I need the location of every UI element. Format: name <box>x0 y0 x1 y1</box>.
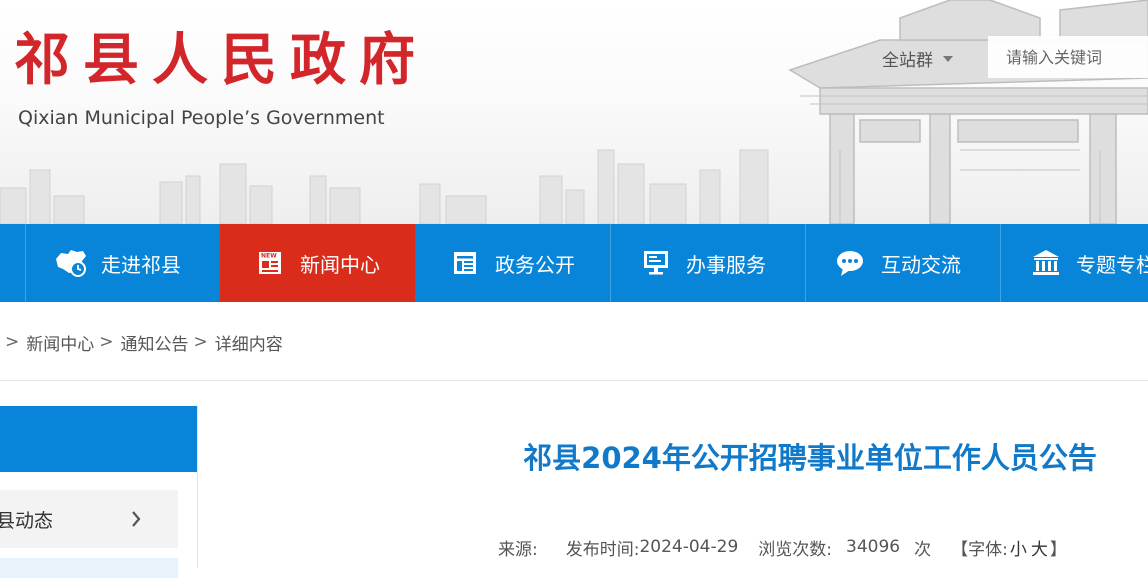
nav-item-services[interactable]: 办事服务 <box>610 224 805 302</box>
search-input[interactable] <box>988 36 1148 78</box>
breadcrumb-separator: > <box>99 332 114 352</box>
nav-item-news[interactable]: NEW 新闻中心 <box>220 224 415 302</box>
nav-divider <box>805 224 806 302</box>
sidebar-item-label: 县动态 <box>0 509 54 532</box>
site-header: 祁县人民政府 Qixian Municipal People’s Governm… <box>0 0 1148 224</box>
newspaper-icon: NEW <box>252 245 288 281</box>
divider <box>0 380 1148 381</box>
sidebar-item-county-news[interactable]: 县动态 <box>0 490 178 548</box>
chevron-down-icon <box>943 56 953 62</box>
sidebar-item-next[interactable] <box>0 558 178 578</box>
publish-date: 2024-04-29 <box>639 537 739 557</box>
views-count: 34096 <box>846 537 901 557</box>
views-unit: 次 <box>914 539 932 560</box>
nav-divider <box>1000 224 1001 302</box>
article-meta: 来源: 发布时间: 2024-04-29 浏览次数: 34096 次 【字体: … <box>498 532 1067 562</box>
building-columns-icon <box>1028 245 1064 281</box>
nav-item-special-topics[interactable]: 专题专栏 <box>1000 224 1148 302</box>
font-size-open: 【字体: <box>951 539 1008 560</box>
nav-divider <box>25 224 26 302</box>
chevron-right-icon <box>130 509 142 534</box>
breadcrumb-separator: > <box>5 332 20 352</box>
breadcrumb-notices[interactable]: 通知公告 <box>121 330 189 355</box>
document-panel-icon <box>447 245 483 281</box>
site-subtitle: Qixian Municipal People’s Government <box>18 107 385 129</box>
nav-label: 新闻中心 <box>300 252 380 277</box>
site-title: 祁县人民政府 <box>14 27 428 93</box>
publish-label: 发布时间: <box>565 539 640 560</box>
breadcrumb: > 新闻中心 > 通知公告 > 详细内容 <box>0 324 283 360</box>
views-label: 浏览次数: <box>758 539 832 560</box>
nav-label: 互动交流 <box>881 252 961 277</box>
chat-bubble-icon <box>833 245 869 281</box>
nav-item-about[interactable]: 走进祁县 <box>25 224 220 302</box>
article-title: 祁县2024年公开招聘事业单位工作人员公告 <box>523 441 1097 475</box>
sidebar: 县动态 <box>0 406 198 578</box>
nav-label: 专题专栏 <box>1076 252 1148 277</box>
font-large-button[interactable]: 大 <box>1029 535 1050 560</box>
breadcrumb-current: 详细内容 <box>214 334 283 355</box>
font-small-button[interactable]: 小 <box>1008 535 1029 560</box>
breadcrumb-separator: > <box>193 332 208 352</box>
nav-item-interaction[interactable]: 互动交流 <box>805 224 1000 302</box>
main-nav: 走进祁县 NEW 新闻中心 政务公开 办事服务 互动交流 专题专栏 <box>0 224 1148 302</box>
site-group-label: 全站群 <box>882 50 933 71</box>
nav-label: 走进祁县 <box>101 252 181 277</box>
nav-label: 政务公开 <box>495 252 575 277</box>
sidebar-header <box>0 406 197 472</box>
site-group-dropdown[interactable]: 全站群 <box>882 42 982 74</box>
china-map-icon <box>53 245 89 281</box>
nav-divider <box>610 224 611 302</box>
source-label: 来源: <box>498 539 538 560</box>
monitor-icon <box>638 245 674 281</box>
breadcrumb-news-center[interactable]: 新闻中心 <box>26 330 94 355</box>
nav-label: 办事服务 <box>686 252 766 277</box>
nav-item-gov-affairs[interactable]: 政务公开 <box>415 224 610 302</box>
svg-text:NEW: NEW <box>261 253 277 260</box>
font-size-close: 】 <box>1049 539 1067 560</box>
